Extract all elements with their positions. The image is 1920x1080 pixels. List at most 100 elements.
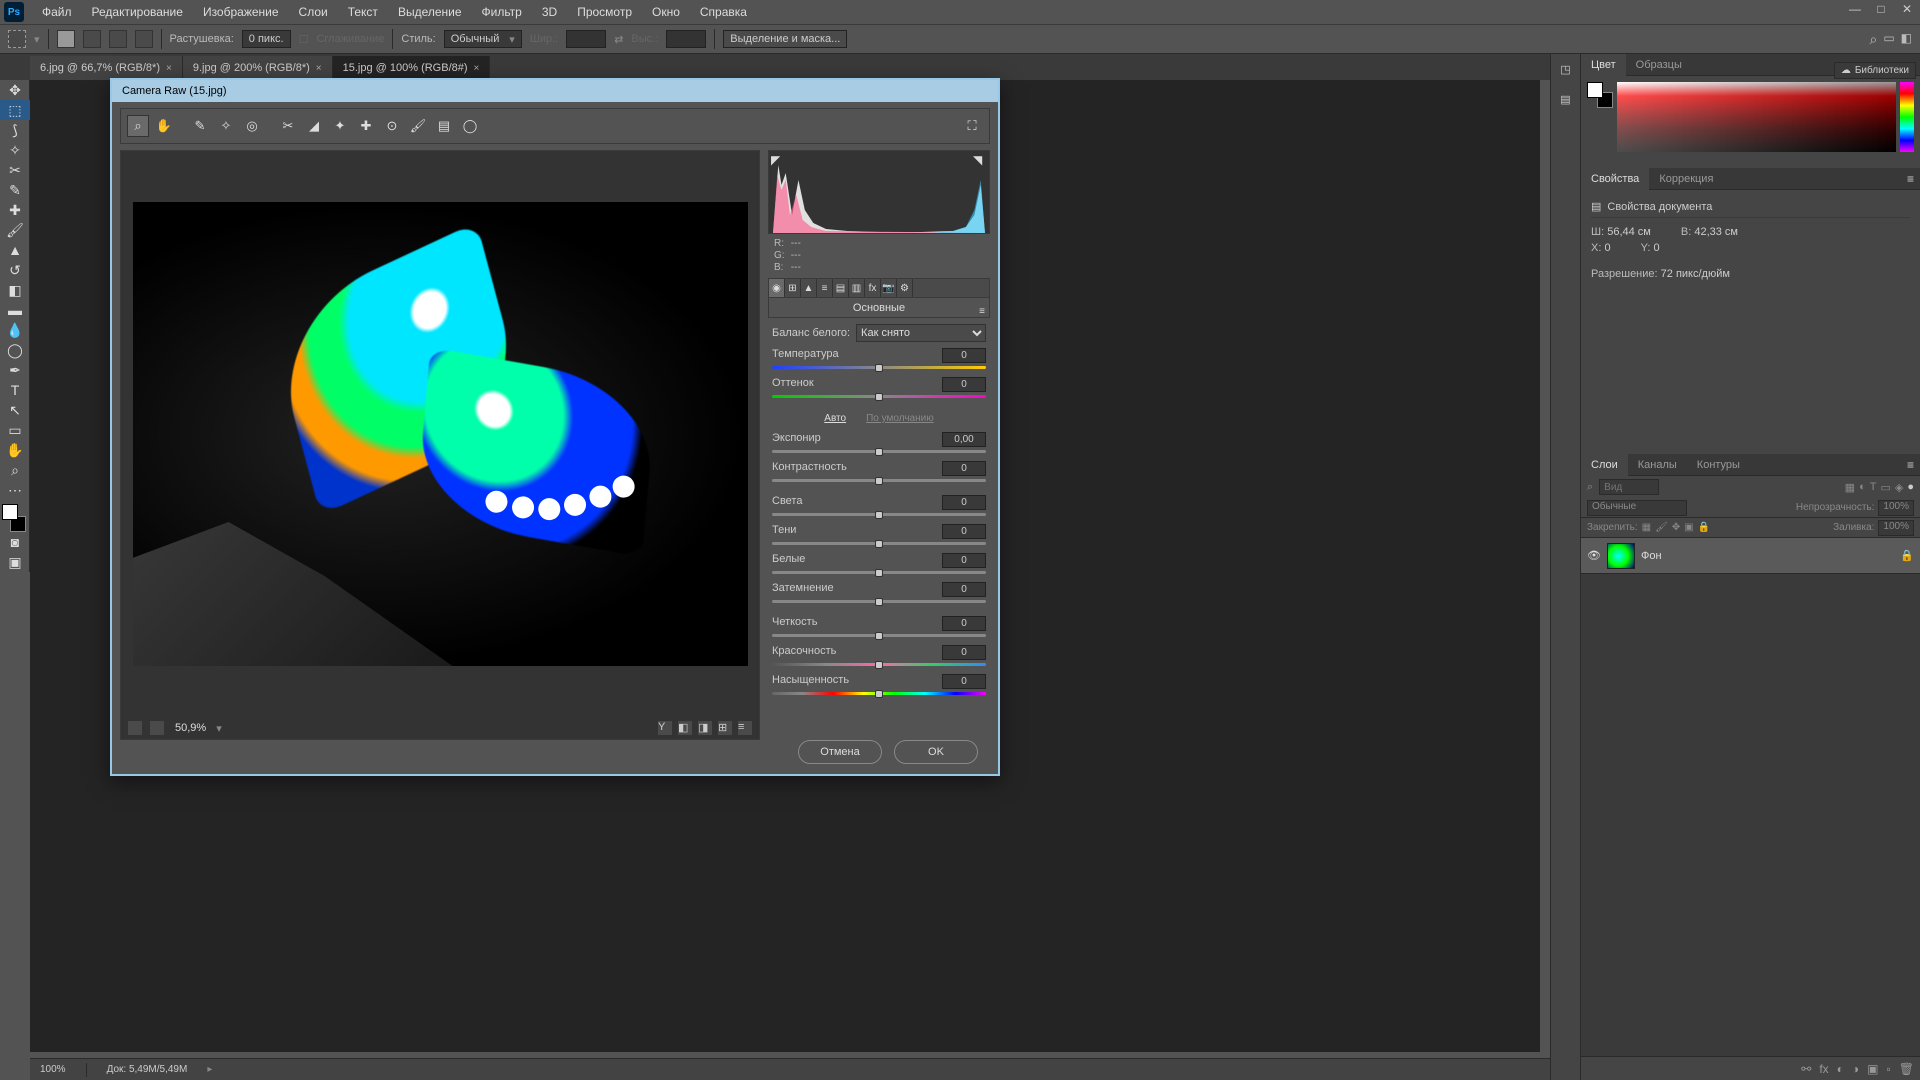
path-select-tool-icon[interactable]: ↖	[0, 400, 30, 420]
filter-type-icon[interactable]: T	[1870, 481, 1877, 494]
cancel-button[interactable]: Отмена	[798, 740, 882, 764]
dodge-tool-icon[interactable]: ◯	[0, 340, 30, 360]
cr-white-balance-tool-icon[interactable]: ✎	[189, 115, 211, 137]
menu-3d[interactable]: 3D	[532, 0, 567, 24]
new-group-icon[interactable]: ▣	[1867, 1062, 1878, 1076]
tab-color[interactable]: Цвет	[1581, 54, 1626, 76]
cr-tab-lens-icon[interactable]: ▥	[849, 279, 865, 297]
wb-select[interactable]: Как снято	[856, 324, 986, 342]
brush-tool-icon[interactable]: 🖌	[0, 220, 30, 240]
menu-image[interactable]: Изображение	[193, 0, 289, 24]
workspace-icon[interactable]: ▭	[1883, 31, 1894, 48]
blacks-value[interactable]: 0	[942, 582, 986, 597]
tab-layers[interactable]: Слои	[1581, 454, 1628, 476]
panel-menu-icon[interactable]: ≡	[1901, 172, 1920, 186]
cr-panel-menu-icon[interactable]: ≡	[979, 302, 985, 322]
contrast-value[interactable]: 0	[942, 461, 986, 476]
menu-view[interactable]: Просмотр	[567, 0, 642, 24]
exposure-slider[interactable]	[772, 448, 986, 456]
temperature-slider[interactable]	[772, 364, 986, 372]
layer-fx-icon[interactable]: fx	[1819, 1062, 1828, 1076]
tab-swatches[interactable]: Образцы	[1626, 54, 1692, 76]
vibrance-slider[interactable]	[772, 661, 986, 669]
opacity-input[interactable]: 100%	[1878, 500, 1914, 516]
menu-layers[interactable]: Слои	[289, 0, 338, 24]
cr-tab-detail-icon[interactable]: ▲	[801, 279, 817, 297]
layer-row[interactable]: 👁 Фон 🔒	[1581, 538, 1920, 574]
highlights-slider[interactable]	[772, 511, 986, 519]
layer-thumbnail[interactable]	[1607, 543, 1635, 569]
cr-graduated-filter-icon[interactable]: ▤	[433, 115, 455, 137]
tab-close-icon[interactable]: ×	[166, 63, 172, 74]
cr-transform-tool-icon[interactable]: ✦	[329, 115, 351, 137]
eyedropper-tool-icon[interactable]: ✎	[0, 180, 30, 200]
cr-hand-tool-icon[interactable]: ✋	[153, 115, 175, 137]
cr-zoom-tool-icon[interactable]: ⌕	[127, 115, 149, 137]
lock-artboard-icon[interactable]: ▣	[1684, 522, 1693, 533]
close-icon[interactable]: ✕	[1898, 2, 1916, 18]
tab-9jpg[interactable]: 9.jpg @ 200% (RGB/8*)×	[183, 56, 333, 80]
panel-menu-icon[interactable]: ≡	[1901, 458, 1920, 472]
cr-tab-split-icon[interactable]: ▤	[833, 279, 849, 297]
cr-target-adjust-tool-icon[interactable]: ◎	[241, 115, 263, 137]
zoom-tool-icon[interactable]: ⌕	[0, 460, 30, 480]
blend-mode-select[interactable]: Обычные	[1587, 500, 1687, 516]
cr-compare-3-icon[interactable]: ⊞	[717, 720, 733, 736]
cr-tab-hsl-icon[interactable]: ≡	[817, 279, 833, 297]
edit-toolbar-icon[interactable]: ⋯	[0, 480, 30, 500]
menu-select[interactable]: Выделение	[388, 0, 472, 24]
whites-value[interactable]: 0	[942, 553, 986, 568]
libraries-button[interactable]: ☁ Библиотеки	[1834, 62, 1916, 79]
new-layer-icon[interactable]: ▫	[1887, 1062, 1891, 1076]
clarity-slider[interactable]	[772, 632, 986, 640]
delete-layer-icon[interactable]: 🗑	[1899, 1062, 1914, 1076]
blacks-slider[interactable]	[772, 598, 986, 606]
gradient-tool-icon[interactable]: ▬	[0, 300, 30, 320]
cr-fullscreen-icon[interactable]: ⛶	[961, 115, 983, 137]
cr-image[interactable]	[133, 202, 748, 666]
marquee-tool-icon[interactable]: ⬚	[0, 100, 30, 120]
shadows-slider[interactable]	[772, 540, 986, 548]
cr-compare-1-icon[interactable]: ◧	[677, 720, 693, 736]
cr-tab-curve-icon[interactable]: ⊞	[785, 279, 801, 297]
panel-toggle-icon[interactable]: ◧	[1901, 31, 1912, 48]
whites-slider[interactable]	[772, 569, 986, 577]
tab-paths[interactable]: Контуры	[1687, 454, 1750, 476]
cr-tab-fx-icon[interactable]: fx	[865, 279, 881, 297]
histogram[interactable]: ◤ ◥	[768, 150, 990, 234]
pen-tool-icon[interactable]: ✒	[0, 360, 30, 380]
quick-select-tool-icon[interactable]: ✧	[0, 140, 30, 160]
eraser-tool-icon[interactable]: ◧	[0, 280, 30, 300]
type-tool-icon[interactable]: T	[0, 380, 30, 400]
shape-tool-icon[interactable]: ▭	[0, 420, 30, 440]
temperature-value[interactable]: 0	[942, 348, 986, 363]
color-swatches[interactable]	[0, 504, 28, 532]
lock-transparency-icon[interactable]: ▦	[1642, 522, 1651, 533]
fill-input[interactable]: 100%	[1878, 520, 1914, 536]
highlights-value[interactable]: 0	[942, 495, 986, 510]
tab-channels[interactable]: Каналы	[1628, 454, 1687, 476]
tab-adjustments[interactable]: Коррекция	[1649, 168, 1723, 190]
filter-icon[interactable]: ⌕	[1587, 481, 1593, 494]
lock-all-icon[interactable]: 🔒	[1698, 522, 1710, 533]
menu-window[interactable]: Окно	[642, 0, 690, 24]
cr-compare-2-icon[interactable]: ◨	[697, 720, 713, 736]
ok-button[interactable]: OK	[894, 740, 978, 764]
cr-zoom-level[interactable]: 50,9%	[171, 722, 210, 734]
status-zoom[interactable]: 100%	[40, 1064, 66, 1075]
contrast-slider[interactable]	[772, 477, 986, 485]
tab-properties[interactable]: Свойства	[1581, 168, 1649, 190]
actions-panel-icon[interactable]: ▤	[1551, 84, 1580, 114]
lock-pixels-icon[interactable]: 🖌	[1655, 522, 1668, 533]
stamp-tool-icon[interactable]: ▲	[0, 240, 30, 260]
layer-mask-icon[interactable]: ◐	[1837, 1062, 1844, 1076]
tint-slider[interactable]	[772, 393, 986, 401]
cr-before-after-icon[interactable]: Y	[657, 720, 673, 736]
move-tool-icon[interactable]: ✥	[0, 80, 30, 100]
new-adjustment-icon[interactable]: ◑	[1852, 1062, 1859, 1076]
filter-pixel-icon[interactable]: ▦	[1845, 481, 1855, 494]
vibrance-value[interactable]: 0	[942, 645, 986, 660]
layer-filter-select[interactable]	[1599, 479, 1659, 495]
cr-tab-camera-icon[interactable]: 📷	[881, 279, 897, 297]
hand-tool-icon[interactable]: ✋	[0, 440, 30, 460]
